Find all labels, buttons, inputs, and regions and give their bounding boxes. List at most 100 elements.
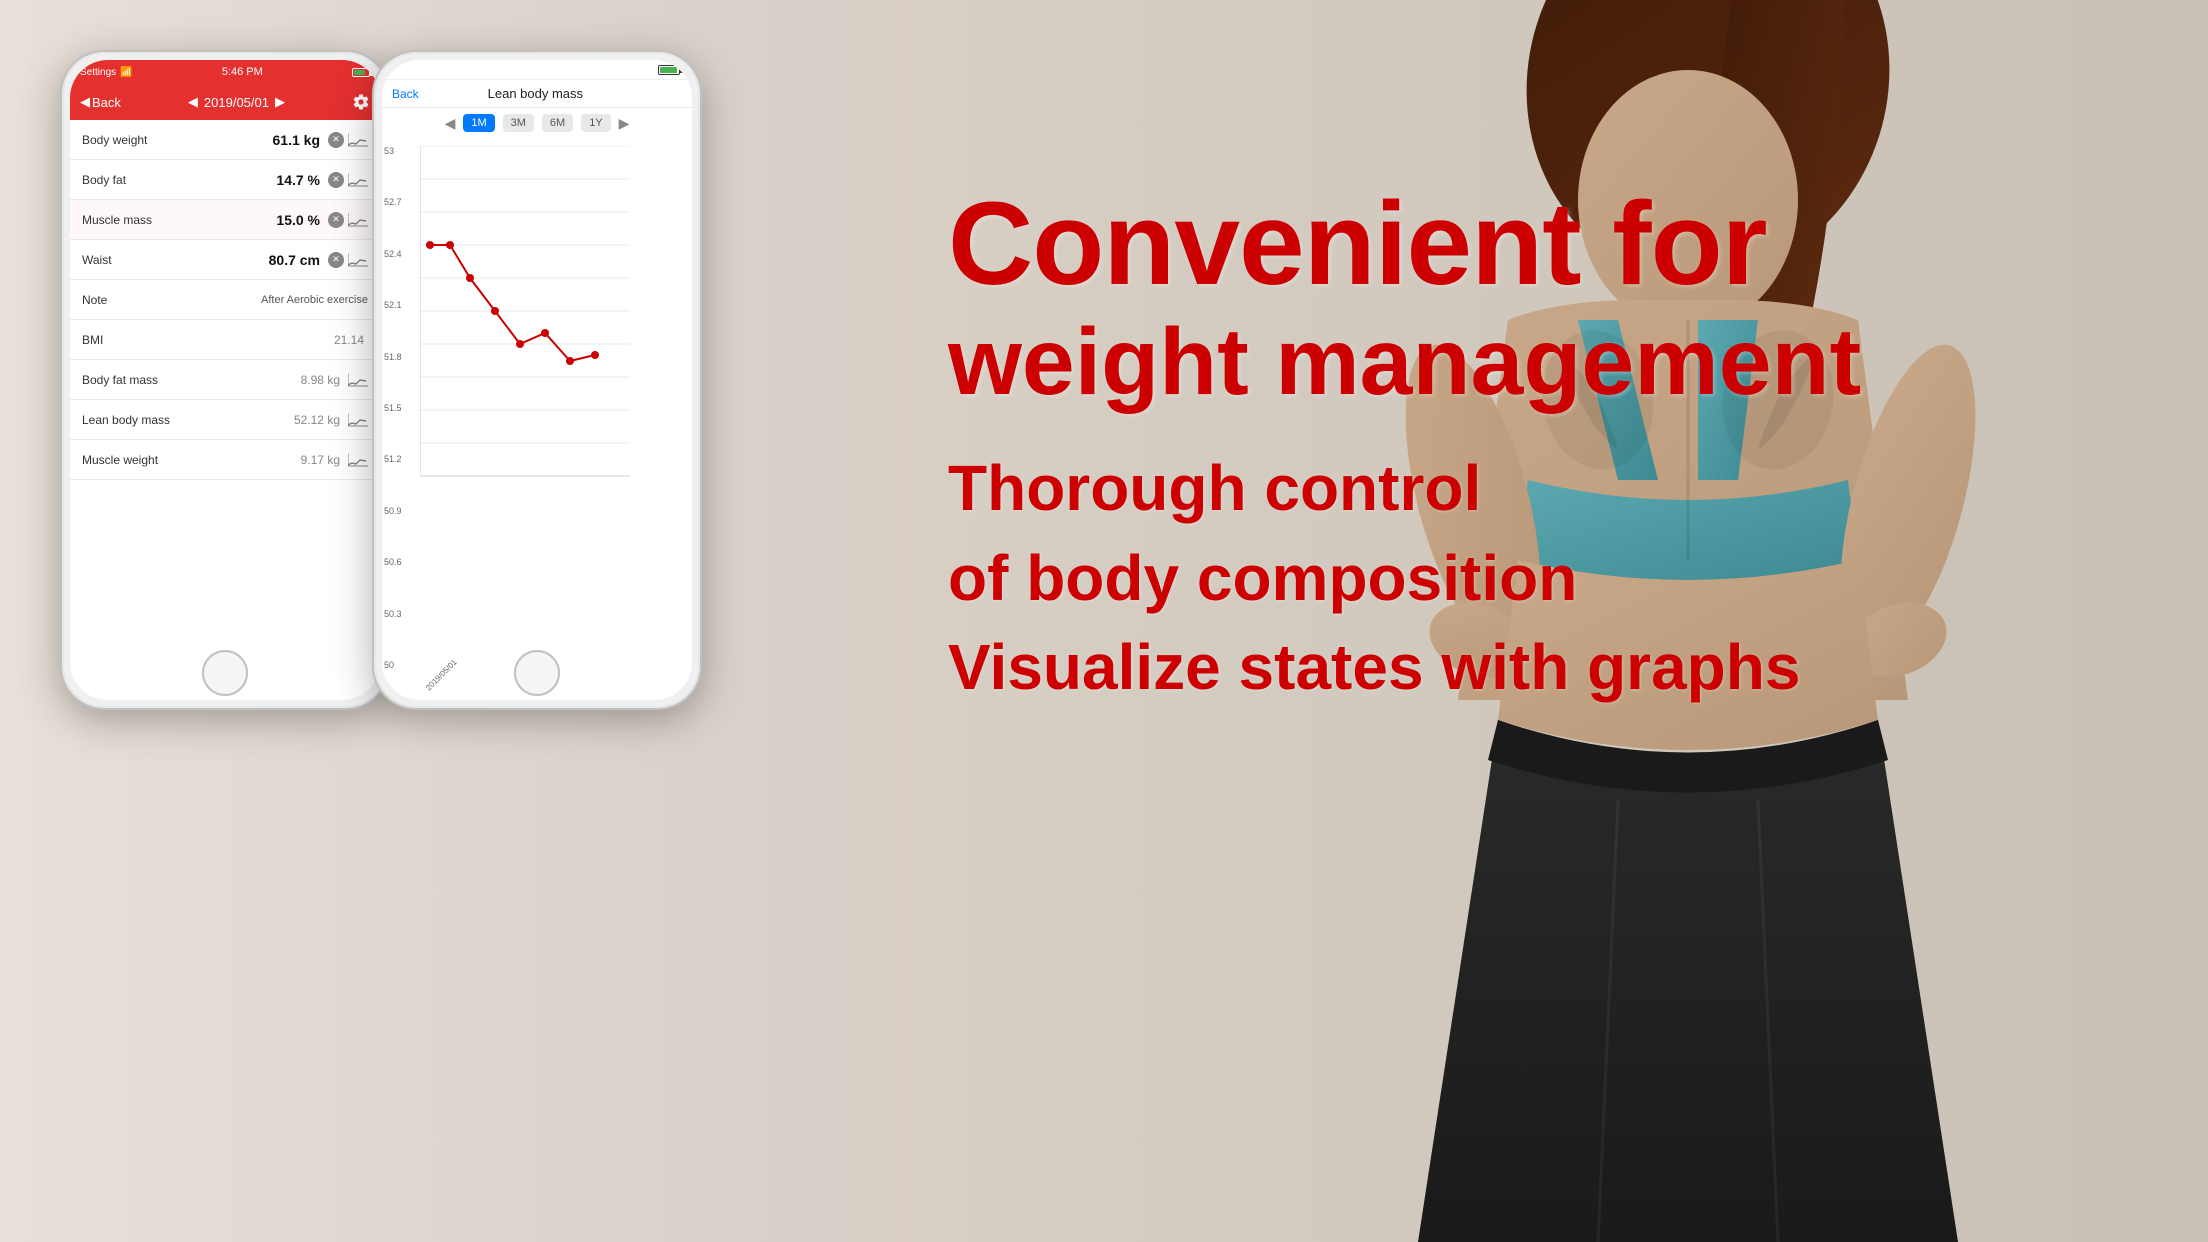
label-bmi: BMI <box>82 333 334 347</box>
time-next[interactable]: ▶ <box>619 115 630 132</box>
carrier: Settings <box>80 67 116 78</box>
nav-bar-1: ◀ Back ◀ 2019/05/01 ▶ <box>70 84 380 120</box>
y-label-53: 53 <box>384 146 402 156</box>
back-arrow-1: ◀ <box>80 94 90 110</box>
nav-prev[interactable]: ◀ <box>188 94 198 110</box>
chart-lean-body-mass[interactable] <box>348 413 368 427</box>
battery-fill-2 <box>660 67 677 73</box>
data-point-1 <box>426 241 434 249</box>
home-button-1[interactable] <box>202 650 248 696</box>
subline3: Visualize states with graphs <box>948 623 2148 713</box>
date-nav: ◀ 2019/05/01 ▶ <box>188 94 285 110</box>
delete-waist[interactable]: ✕ <box>328 252 344 268</box>
headline-line2: weight management <box>948 310 2148 415</box>
value-lean-body-mass: 52.12 kg <box>294 413 340 427</box>
value-bmi: 21.14 <box>334 333 364 347</box>
time-btn-1y[interactable]: 1Y <box>581 114 610 132</box>
label-body-fat-mass: Body fat mass <box>82 373 301 387</box>
marketing-text: Convenient for weight management Thoroug… <box>948 180 2148 713</box>
chart-body-fat[interactable] <box>348 173 368 187</box>
battery-icon-1 <box>352 68 370 77</box>
icons-waist: 80.7 cm ✕ <box>269 252 368 268</box>
chart-muscle-weight[interactable] <box>348 453 368 467</box>
delete-body-fat[interactable]: ✕ <box>328 172 344 188</box>
data-point-3 <box>466 274 474 282</box>
label-waist: Waist <box>82 253 269 267</box>
chart-waist[interactable] <box>348 253 368 267</box>
status-right-1 <box>352 68 370 77</box>
phone2: Back Lean body mass ◀ 1M 3M 6M 1Y ▶ <box>372 50 702 710</box>
graph-back-button[interactable]: Back <box>392 87 419 101</box>
chart-body-fat-mass[interactable] <box>348 373 368 387</box>
home-button-2[interactable] <box>514 650 560 696</box>
delete-muscle-mass[interactable]: ✕ <box>328 212 344 228</box>
status-bar-1: Settings 📶 5:46 PM <box>70 60 380 84</box>
time-btn-6m[interactable]: 6M <box>542 114 573 132</box>
y-label-52-4: 52.4 <box>384 249 402 259</box>
value-body-fat: 14.7 % <box>276 172 320 188</box>
data-point-7 <box>566 357 574 365</box>
value-muscle-mass: 15.0 % <box>276 212 320 228</box>
y-label-50-6: 50.6 <box>384 557 402 567</box>
phone1-screen: Settings 📶 5:46 PM ◀ Back <box>70 60 380 700</box>
row-body-fat: Body fat 14.7 % ✕ <box>70 160 380 200</box>
y-label-51-8: 51.8 <box>384 352 402 362</box>
row-bmi: BMI 21.14 <box>70 320 380 360</box>
label-body-fat: Body fat <box>82 173 276 187</box>
y-label-50-3: 50.3 <box>384 609 402 619</box>
data-point-6 <box>541 329 549 337</box>
subtext: Thorough control of body composition Vis… <box>948 444 2148 713</box>
time-prev[interactable]: ◀ <box>445 115 456 132</box>
nav-next[interactable]: ▶ <box>275 94 285 110</box>
chart-muscle-mass[interactable] <box>348 213 368 227</box>
row-body-weight: Body weight 61.1 kg ✕ <box>70 120 380 160</box>
label-muscle-mass: Muscle mass <box>82 213 276 227</box>
battery-fill-1 <box>354 70 365 75</box>
row-muscle-weight: Muscle weight 9.17 kg <box>70 440 380 480</box>
back-button-1[interactable]: ◀ Back <box>80 94 121 110</box>
value-body-weight: 61.1 kg <box>273 132 320 148</box>
wifi-icon: 📶 <box>120 67 132 78</box>
y-label-50-9: 50.9 <box>384 506 402 516</box>
label-muscle-weight: Muscle weight <box>82 453 301 467</box>
graph-area: 53 52.7 52.4 52.1 51.8 51.5 51.2 50.9 50… <box>382 138 692 700</box>
row-waist: Waist 80.7 cm ✕ <box>70 240 380 280</box>
status-time-1: 5:46 PM <box>222 66 263 78</box>
icons-body-fat: 14.7 % ✕ <box>276 172 368 188</box>
y-label-52-7: 52.7 <box>384 197 402 207</box>
icons-body-fat-mass: 8.98 kg <box>301 373 368 387</box>
time-btn-3m[interactable]: 3M <box>503 114 534 132</box>
y-label-51-2: 51.2 <box>384 454 402 464</box>
value-body-fat-mass: 8.98 kg <box>301 373 340 387</box>
graph-title: Lean body mass <box>419 86 652 101</box>
phones-container: Settings 📶 5:46 PM ◀ Back <box>60 50 702 710</box>
row-body-fat-mass: Body fat mass 8.98 kg <box>70 360 380 400</box>
status-left-1: Settings 📶 <box>80 67 133 78</box>
nav-date: 2019/05/01 <box>204 95 269 110</box>
subline2: of body composition <box>948 534 2148 624</box>
chart-svg <box>420 146 650 516</box>
settings-icon[interactable] <box>352 93 370 111</box>
phone2-screen: Back Lean body mass ◀ 1M 3M 6M 1Y ▶ <box>382 60 692 700</box>
data-point-8 <box>591 351 599 359</box>
y-label-52-1: 52.1 <box>384 300 402 310</box>
data-point-5 <box>516 340 524 348</box>
y-axis-labels: 53 52.7 52.4 52.1 51.8 51.5 51.2 50.9 50… <box>384 146 402 670</box>
icons-lean-body-mass: 52.12 kg <box>294 413 368 427</box>
icons-muscle-weight: 9.17 kg <box>301 453 368 467</box>
chart-body-weight[interactable] <box>348 133 368 147</box>
y-label-51-5: 51.5 <box>384 403 402 413</box>
row-note: Note After Aerobic exercise <box>70 280 380 320</box>
scene: Convenient for weight management Thoroug… <box>0 0 2208 1242</box>
row-lean-body-mass: Lean body mass 52.12 kg <box>70 400 380 440</box>
icons-body-weight: 61.1 kg ✕ <box>273 132 368 148</box>
back-label-1: Back <box>92 95 121 110</box>
x-axis-label: 2019/05/01 <box>424 658 459 693</box>
headline-line1: Convenient for <box>948 180 2148 310</box>
time-selector: ◀ 1M 3M 6M 1Y ▶ <box>382 108 692 138</box>
value-waist: 80.7 cm <box>269 252 320 268</box>
subline1: Thorough control <box>948 444 2148 534</box>
label-note: Note <box>82 293 261 307</box>
time-btn-1m[interactable]: 1M <box>463 114 494 132</box>
delete-body-weight[interactable]: ✕ <box>328 132 344 148</box>
